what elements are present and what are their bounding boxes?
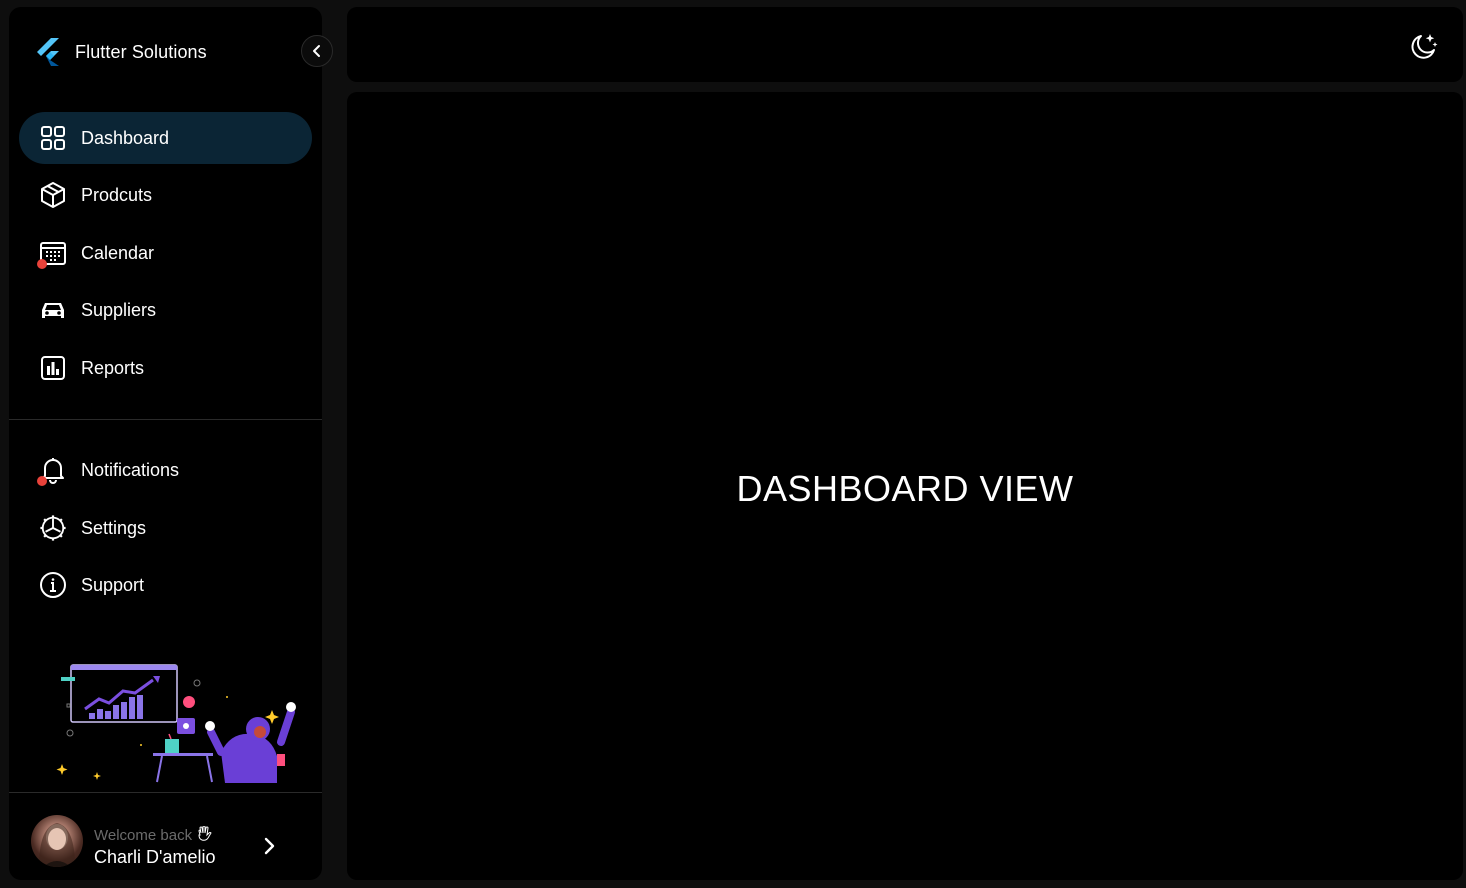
- car-icon: [39, 296, 67, 324]
- avatar: [31, 815, 83, 867]
- moon-stars-icon: [1411, 34, 1438, 59]
- sidebar-item-label: Prodcuts: [81, 184, 153, 205]
- flutter-logo-icon: [37, 38, 59, 66]
- sidebar-item-support[interactable]: Support: [19, 559, 312, 611]
- sidebar-item-label: Calendar: [81, 242, 155, 263]
- chevron-left-icon: [313, 45, 320, 57]
- top-bar: [347, 7, 1463, 82]
- dashboard-illustration: [56, 664, 296, 783]
- sidebar: Flutter Solutions Dashboard Prodcuts Cal…: [9, 7, 333, 880]
- theme-toggle-button[interactable]: [1409, 31, 1439, 61]
- sidebar-item-reports[interactable]: Reports: [19, 342, 312, 394]
- sidebar-item-dashboard[interactable]: Dashboard: [19, 112, 312, 164]
- page-title: DASHBOARD VIEW: [736, 468, 1074, 509]
- sidebar-item-notifications[interactable]: Notifications: [19, 444, 312, 496]
- brand[interactable]: Flutter Solutions: [35, 37, 207, 67]
- user-name: Charli D'amelio: [94, 847, 216, 867]
- waving-hand-icon: [198, 825, 212, 841]
- sidebar-item-label: Support: [81, 574, 145, 595]
- user-profile[interactable]: Welcome back Charli D'amelio: [9, 793, 322, 880]
- bar-chart-icon: [39, 354, 67, 382]
- sidebar-item-label: Notifications: [81, 459, 180, 480]
- sidebar-item-label: Suppliers: [81, 299, 157, 320]
- collapse-sidebar-button[interactable]: [301, 35, 333, 67]
- chevron-right-icon[interactable]: [263, 837, 275, 855]
- sidebar-item-label: Settings: [81, 517, 147, 538]
- sidebar-item-products[interactable]: Prodcuts: [19, 169, 312, 221]
- sidebar-item-label: Dashboard: [81, 127, 170, 148]
- sidebar-item-label: Reports: [81, 357, 145, 378]
- sidebar-item-calendar[interactable]: Calendar: [19, 227, 312, 279]
- gear-icon: [39, 514, 67, 542]
- welcome-text: Welcome back: [94, 825, 213, 844]
- notifications-badge: [37, 476, 47, 486]
- main-content: DASHBOARD VIEW: [347, 92, 1463, 880]
- grid-icon: [39, 124, 67, 152]
- info-icon: [39, 571, 67, 599]
- box-icon: [39, 181, 67, 209]
- calendar-badge: [37, 259, 47, 269]
- sidebar-divider: [9, 419, 322, 420]
- sidebar-item-settings[interactable]: Settings: [19, 502, 312, 554]
- brand-title: Flutter Solutions: [75, 41, 207, 62]
- sidebar-item-suppliers[interactable]: Suppliers: [19, 284, 312, 336]
